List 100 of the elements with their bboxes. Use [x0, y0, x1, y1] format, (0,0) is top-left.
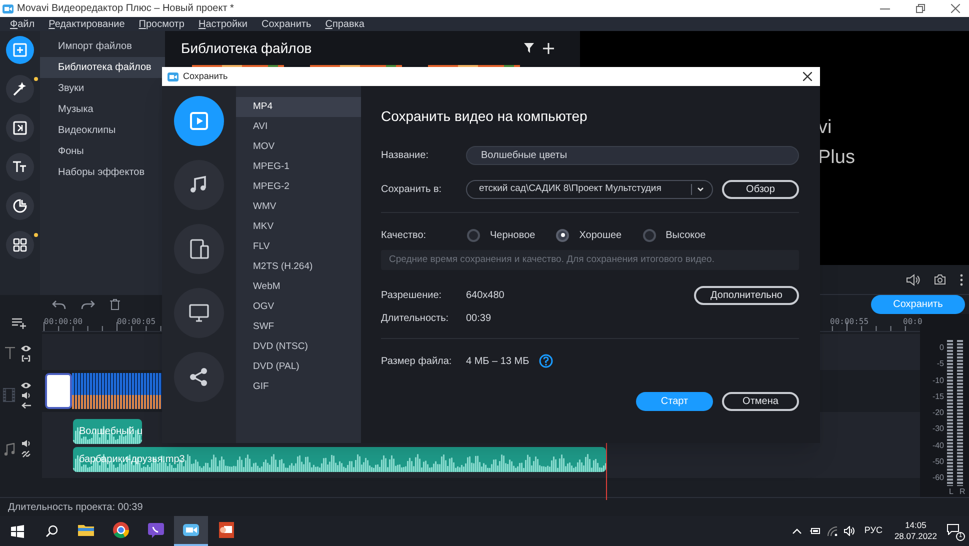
- scale-label: 0: [940, 344, 944, 352]
- format-item[interactable]: FLV: [236, 237, 361, 257]
- speaker-icon[interactable]: [844, 526, 856, 536]
- category-item[interactable]: Импорт файлов: [40, 36, 165, 57]
- category-item[interactable]: Фоны: [40, 141, 165, 162]
- undo-icon[interactable]: [52, 300, 66, 310]
- plus-icon[interactable]: [543, 42, 554, 54]
- sidebar-button[interactable]: [6, 36, 34, 64]
- share-icon: [188, 366, 210, 388]
- sidebar-button[interactable]: [6, 231, 34, 259]
- field-value: 640x480: [466, 289, 504, 303]
- radio-label[interactable]: Высокое: [666, 228, 706, 242]
- category-item[interactable]: Звуки: [40, 78, 165, 99]
- menu-item[interactable]: Просмотр: [138, 16, 184, 32]
- radio-button[interactable]: [642, 228, 656, 242]
- radio-button[interactable]: [467, 228, 480, 242]
- sidebar-button[interactable]: [6, 114, 34, 142]
- link-icon[interactable]: [21, 354, 31, 362]
- speaker-icon[interactable]: [21, 392, 31, 398]
- scale-label: -15: [932, 392, 944, 401]
- music-note-icon: [4, 442, 15, 456]
- chevron-up-icon[interactable]: [792, 528, 802, 534]
- field-label: Размер файла:: [381, 354, 453, 368]
- format-item[interactable]: OGV: [236, 297, 361, 317]
- add-track-icon[interactable]: [12, 318, 27, 328]
- category-item[interactable]: Музыка: [40, 99, 165, 120]
- scale-label: -5: [936, 360, 944, 368]
- radio-label[interactable]: Хорошее: [579, 228, 622, 242]
- menu-item[interactable]: Файл: [10, 16, 35, 32]
- category-item[interactable]: Наборы эффектов: [40, 162, 165, 183]
- radio-button[interactable]: [556, 228, 570, 242]
- export-type-button[interactable]: [174, 288, 224, 338]
- field-label: Длительность:: [381, 312, 450, 326]
- trash-icon[interactable]: [110, 299, 120, 310]
- eye-icon[interactable]: [21, 344, 31, 352]
- panel-title: Библиотека файлов: [181, 38, 312, 58]
- taskbar-app[interactable]: [174, 516, 208, 546]
- channel-label: L: [949, 486, 954, 498]
- advanced-button[interactable]: Дополнительно: [694, 286, 799, 305]
- category-item[interactable]: Библиотека файлов: [40, 57, 165, 78]
- search-icon[interactable]: [46, 525, 58, 537]
- format-item[interactable]: SWF: [236, 317, 361, 337]
- menu-item[interactable]: Редактирование: [48, 16, 125, 32]
- sidebar-button[interactable]: [6, 153, 34, 181]
- format-item[interactable]: GIF: [236, 377, 361, 397]
- format-item[interactable]: WMV: [236, 197, 361, 217]
- arrow-icon[interactable]: [21, 402, 31, 408]
- clock-date[interactable]: 28.07.2022: [894, 531, 937, 542]
- format-item[interactable]: AVI: [236, 117, 361, 137]
- folder-dropdown[interactable]: етский сад\САДИК 8\Проект Мультстудия: [466, 180, 713, 199]
- format-item[interactable]: DVD (NTSC): [236, 337, 361, 357]
- export-type-button[interactable]: [174, 96, 224, 146]
- menu-item[interactable]: Справка: [325, 16, 364, 32]
- field-value: 4 МБ – 13 МБ: [466, 354, 530, 368]
- folder-plus-icon: [12, 42, 28, 58]
- category-item[interactable]: Видеоклипы: [40, 120, 165, 141]
- redo-icon[interactable]: [81, 300, 95, 310]
- hint-text: Средние время сохранения и качество. Для сохранения итогового видео.: [389, 252, 714, 267]
- camera-icon[interactable]: [934, 274, 946, 285]
- export-type-button[interactable]: [174, 160, 224, 210]
- close-icon[interactable]: [951, 4, 960, 13]
- caret-icon: [697, 187, 704, 192]
- cancel-button[interactable]: Отмена: [722, 392, 799, 411]
- wand-icon: [12, 81, 28, 97]
- clock-time[interactable]: 14:05: [905, 520, 926, 531]
- browse-button[interactable]: Обзор: [722, 180, 799, 199]
- sidebar-button[interactable]: [6, 75, 34, 103]
- format-item[interactable]: DVD (PAL): [236, 357, 361, 377]
- help-icon[interactable]: [539, 354, 554, 368]
- start-icon[interactable]: [11, 524, 24, 538]
- unlink-icon[interactable]: [21, 450, 31, 458]
- format-item[interactable]: MP4: [236, 97, 361, 117]
- grid-icon: [12, 237, 28, 253]
- language-indicator[interactable]: РУС: [864, 524, 882, 538]
- more-icon[interactable]: [960, 274, 963, 286]
- speaker-icon[interactable]: [21, 440, 31, 447]
- menu-item[interactable]: Сохранить: [262, 16, 312, 32]
- slides-icon: [217, 521, 235, 539]
- wifi-icon[interactable]: [827, 526, 838, 536]
- name-input[interactable]: Волшебные цветы: [466, 146, 799, 165]
- radio-label[interactable]: Черновое: [490, 228, 536, 242]
- format-item[interactable]: MKV: [236, 217, 361, 237]
- filter-icon[interactable]: [524, 43, 534, 53]
- format-item[interactable]: MOV: [236, 137, 361, 157]
- restore-icon[interactable]: [916, 4, 925, 13]
- sidebar-button[interactable]: [6, 192, 34, 220]
- close-icon[interactable]: [803, 72, 812, 81]
- export-type-button[interactable]: [174, 352, 224, 402]
- text-track-icon: [5, 347, 15, 359]
- eye-icon[interactable]: [21, 382, 31, 388]
- format-item[interactable]: WebM: [236, 277, 361, 297]
- format-item[interactable]: MPEG-2: [236, 177, 361, 197]
- format-item[interactable]: MPEG-1: [236, 157, 361, 177]
- notification-icon[interactable]: [947, 524, 959, 535]
- speaker-icon[interactable]: [906, 274, 920, 286]
- menu-item[interactable]: Настройки: [198, 16, 248, 32]
- format-item[interactable]: M2TS (H.264): [236, 257, 361, 277]
- export-type-button[interactable]: [174, 224, 224, 274]
- battery-icon[interactable]: [810, 527, 822, 535]
- time-label: 00:0: [903, 316, 922, 328]
